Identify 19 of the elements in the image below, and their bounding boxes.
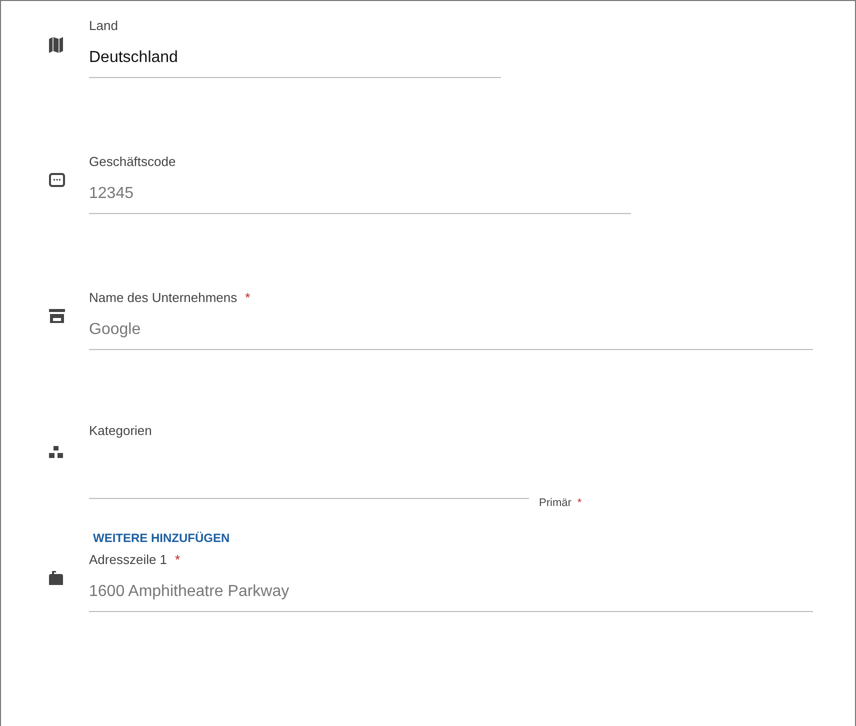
field-label: Land <box>89 18 118 32</box>
category-icon <box>49 446 63 458</box>
required-mark: * <box>175 552 180 566</box>
mailbox-icon <box>49 571 63 585</box>
store-icon <box>49 309 65 323</box>
input-field[interactable]: 1600 Amphitheatre Parkway <box>89 575 813 612</box>
input-field[interactable]: Deutschland <box>89 41 501 78</box>
keyboard-icon <box>49 173 65 187</box>
add-more-button[interactable]: WEITERE HINZUFÜGEN <box>89 527 234 549</box>
field-label: Kategorien <box>89 423 152 438</box>
required-mark: * <box>577 497 582 509</box>
field-label: Geschäftscode <box>89 154 176 168</box>
required-mark: * <box>245 290 250 304</box>
field-label: Name des Unternehmens <box>89 290 238 304</box>
field-label: Adresszeile 1 <box>89 552 168 566</box>
field-label: Primär <box>539 497 572 509</box>
map-icon <box>49 37 63 53</box>
input-field[interactable]: Google <box>89 313 813 350</box>
input-field[interactable]: 12345 <box>89 177 631 214</box>
